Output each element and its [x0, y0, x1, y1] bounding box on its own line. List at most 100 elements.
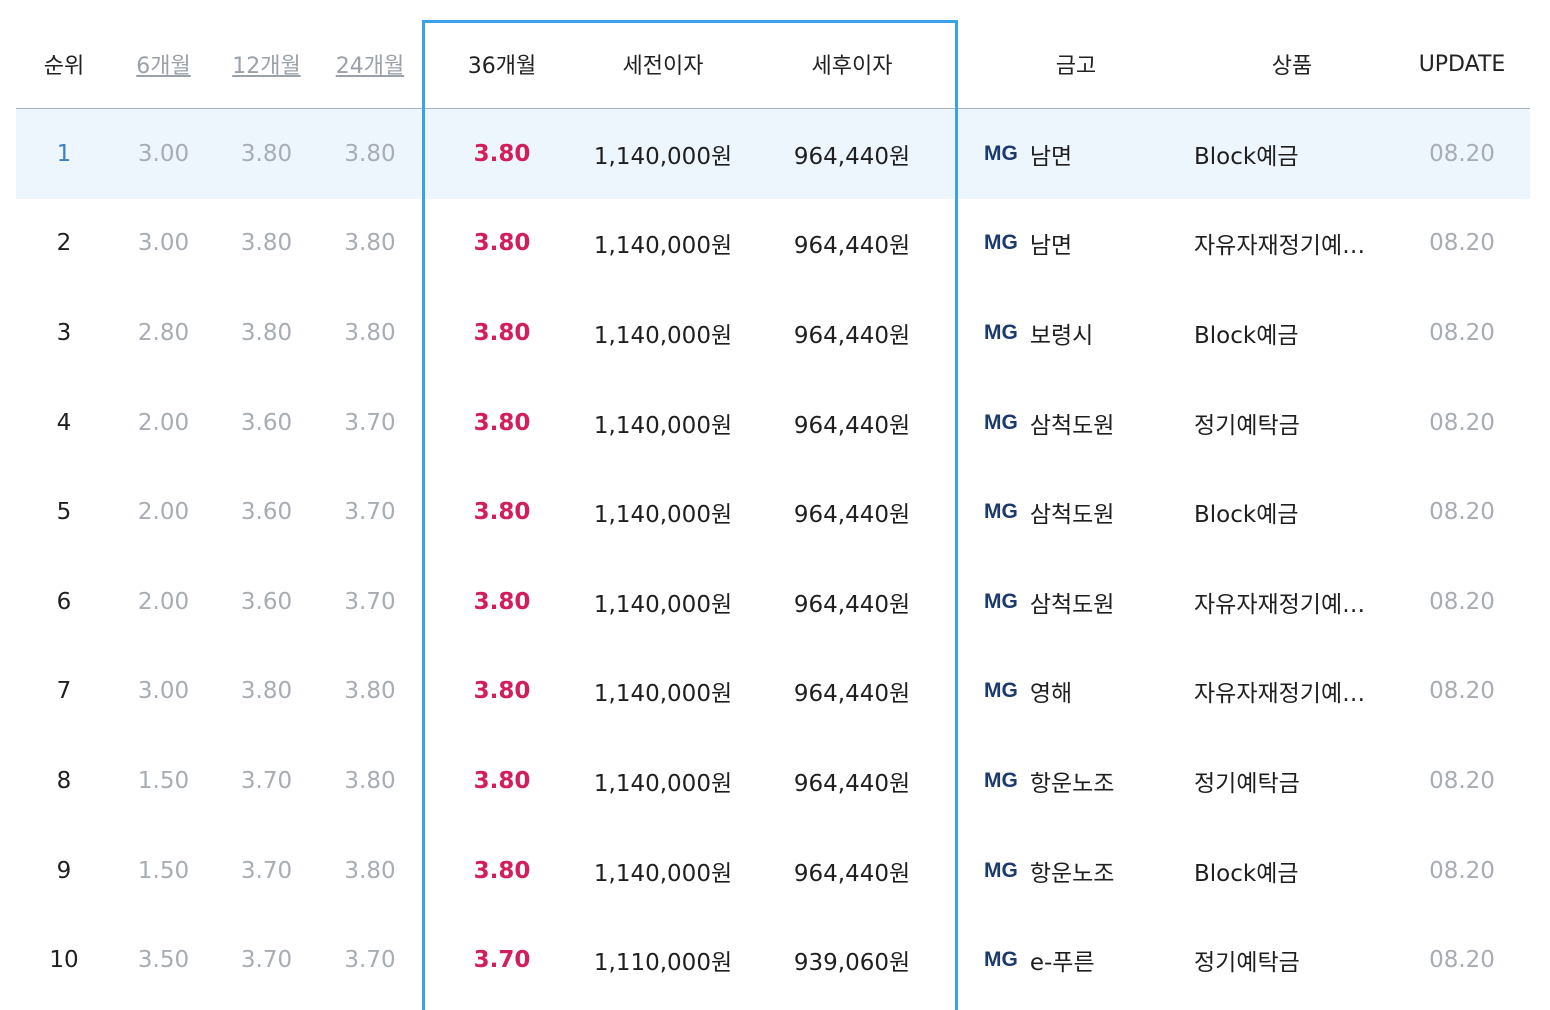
- bank-cell: MG 남면: [984, 109, 1072, 199]
- rate-12m-cell: 3.70: [240, 857, 293, 884]
- product-cell: Block예금: [1194, 502, 1299, 529]
- update-date-cell: 08.20: [1429, 588, 1495, 615]
- update-date-cell: 08.20: [1429, 678, 1495, 705]
- rate-24m-cell: 3.70: [344, 947, 396, 974]
- rank-cell: 4: [56, 409, 72, 436]
- rate-24m-cell: 3.70: [344, 409, 396, 436]
- rate-6m-cell: 2.80: [137, 319, 190, 346]
- posttax-interest-cell: 939,060원: [793, 950, 911, 977]
- table-row[interactable]: 2 3.00 3.80 3.80 3.80 1,140,000원 964,440…: [16, 199, 1530, 289]
- rate-36m-cell: 3.70: [473, 947, 531, 974]
- rank-cell: 5: [56, 499, 72, 526]
- rank-cell: 7: [56, 678, 72, 705]
- pretax-interest-cell: 1,140,000원: [593, 233, 733, 260]
- product-cell: Block예금: [1194, 143, 1299, 170]
- table-row[interactable]: 3 2.80 3.80 3.80 3.80 1,140,000원 964,440…: [16, 288, 1530, 378]
- bank-name: 보령시: [1029, 322, 1094, 349]
- bank-cell: MG 보령시: [984, 288, 1093, 378]
- table-row[interactable]: 6 2.00 3.60 3.70 3.80 1,140,000원 964,440…: [16, 557, 1530, 647]
- rate-12m-cell: 3.80: [240, 319, 293, 346]
- bank-name: e-푸른: [1029, 950, 1095, 977]
- mg-logo-text: MG: [984, 948, 1018, 972]
- mg-logo-text: MG: [984, 500, 1018, 524]
- pretax-interest-cell: 1,140,000원: [593, 681, 733, 708]
- rate-36m-cell: 3.80: [473, 588, 531, 615]
- rank-cell: 6: [56, 588, 72, 615]
- table-row[interactable]: 4 2.00 3.60 3.70 3.80 1,140,000원 964,440…: [16, 378, 1530, 468]
- update-date-cell: 08.20: [1429, 947, 1495, 974]
- bank-cell: MG 삼척도원: [984, 467, 1114, 557]
- table-row[interactable]: 9 1.50 3.70 3.80 3.80 1,140,000원 964,440…: [16, 826, 1530, 916]
- update-date-cell: 08.20: [1429, 230, 1495, 257]
- mg-logo-text: MG: [984, 589, 1018, 613]
- header-product: 상품: [1271, 54, 1313, 79]
- bank-cell: MG 영해: [984, 647, 1072, 737]
- table-row[interactable]: 7 3.00 3.80 3.80 3.80 1,140,000원 964,440…: [16, 647, 1530, 737]
- pretax-interest-cell: 1,140,000원: [593, 412, 733, 439]
- table-row[interactable]: 8 1.50 3.70 3.80 3.80 1,140,000원 964,440…: [16, 736, 1530, 826]
- rate-36m-cell: 3.80: [473, 409, 531, 436]
- posttax-interest-cell: 964,440원: [793, 412, 911, 439]
- table-row[interactable]: 1 3.00 3.80 3.80 3.80 1,140,000원 964,440…: [16, 109, 1530, 199]
- posttax-interest-cell: 964,440원: [793, 143, 911, 170]
- rate-6m-cell: 2.00: [137, 499, 190, 526]
- product-cell: 자유자재정기예…: [1194, 233, 1366, 260]
- bank-cell: MG 항운노조: [984, 826, 1114, 916]
- sort-6-months-link[interactable]: 6개월: [112, 20, 215, 108]
- sort-24-months-link[interactable]: 24개월: [318, 20, 422, 108]
- rank-cell: 1: [56, 140, 72, 167]
- table-header: 순위 6개월 12개월 24개월 36개월 세전이자 세후이자 금고 상품 UP…: [16, 20, 1530, 109]
- rate-6m-cell: 2.00: [137, 409, 190, 436]
- rate-36m-cell: 3.80: [473, 857, 531, 884]
- bank-name: 남면: [1029, 233, 1073, 260]
- rank-cell: 8: [56, 767, 72, 794]
- rate-12m-cell: 3.60: [240, 588, 293, 615]
- table-row[interactable]: 5 2.00 3.60 3.70 3.80 1,140,000원 964,440…: [16, 467, 1530, 557]
- product-cell: 정기예탁금: [1194, 950, 1300, 977]
- rate-24m-cell: 3.80: [344, 678, 396, 705]
- pretax-interest-cell: 1,140,000원: [593, 143, 733, 170]
- pretax-interest-cell: 1,140,000원: [593, 860, 733, 887]
- rate-table: 순위 6개월 12개월 24개월 36개월 세전이자 세후이자 금고 상품 UP…: [16, 20, 1530, 1005]
- header-posttax-interest: 세후이자: [811, 54, 893, 79]
- update-date-cell: 08.20: [1429, 857, 1495, 884]
- pretax-interest-cell: 1,140,000원: [593, 591, 733, 618]
- bank-cell: MG e-푸른: [984, 915, 1095, 1005]
- rate-12m-cell: 3.80: [240, 678, 293, 705]
- rate-12m-cell: 3.70: [240, 947, 293, 974]
- product-cell: 정기예탁금: [1194, 770, 1300, 797]
- rate-36m-cell: 3.80: [473, 499, 531, 526]
- pretax-interest-cell: 1,140,000원: [593, 770, 733, 797]
- sort-12-months-link[interactable]: 12개월: [215, 20, 318, 108]
- rate-24m-cell: 3.80: [344, 767, 396, 794]
- rank-cell: 2: [56, 230, 72, 257]
- posttax-interest-cell: 964,440원: [793, 681, 911, 708]
- rate-6m-cell: 3.00: [137, 140, 190, 167]
- bank-name: 삼척도원: [1029, 591, 1115, 618]
- mg-logo-text: MG: [984, 679, 1018, 703]
- posttax-interest-cell: 964,440원: [793, 233, 911, 260]
- rate-24m-cell: 3.80: [344, 140, 396, 167]
- pretax-interest-cell: 1,140,000원: [593, 322, 733, 349]
- rate-12m-cell: 3.70: [240, 767, 293, 794]
- bank-name: 남면: [1029, 143, 1073, 170]
- bank-name: 항운노조: [1029, 860, 1115, 887]
- rate-12m-cell: 3.60: [240, 499, 293, 526]
- bank-name: 삼척도원: [1029, 412, 1115, 439]
- product-cell: 정기예탁금: [1194, 412, 1300, 439]
- product-cell: 자유자재정기예…: [1194, 681, 1366, 708]
- rank-cell: 10: [49, 947, 79, 974]
- pretax-interest-cell: 1,140,000원: [593, 502, 733, 529]
- posttax-interest-cell: 964,440원: [793, 591, 911, 618]
- mg-logo-text: MG: [984, 768, 1018, 792]
- mg-logo-text: MG: [984, 141, 1018, 165]
- bank-name: 항운노조: [1029, 770, 1115, 797]
- mg-logo-text: MG: [984, 858, 1018, 882]
- rate-36m-cell: 3.80: [473, 767, 531, 794]
- table-row[interactable]: 10 3.50 3.70 3.70 3.70 1,110,000원 939,06…: [16, 915, 1530, 1005]
- rate-36m-cell: 3.80: [473, 678, 531, 705]
- posttax-interest-cell: 964,440원: [793, 322, 911, 349]
- rate-24m-cell: 3.80: [344, 230, 396, 257]
- rank-cell: 3: [56, 319, 72, 346]
- rate-6m-cell: 2.00: [137, 588, 190, 615]
